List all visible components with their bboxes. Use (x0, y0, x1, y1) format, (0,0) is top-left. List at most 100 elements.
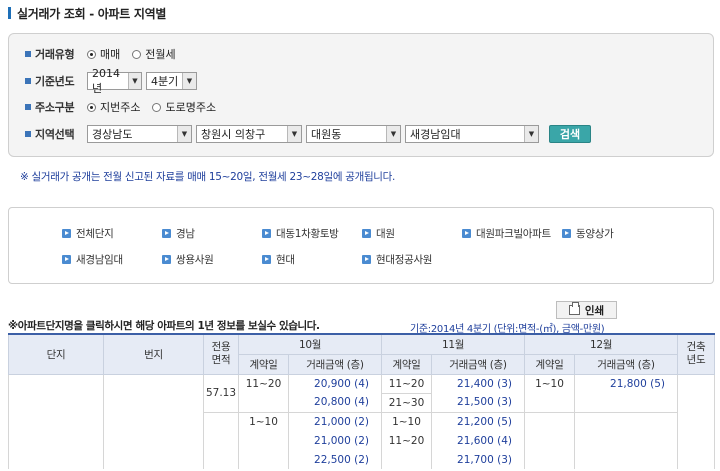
cell-amount (574, 431, 678, 450)
apartment-link[interactable]: 대원파크빌아파트 (462, 226, 551, 241)
bullet-icon (25, 131, 31, 137)
cell-amount: 21,200 (5) (431, 411, 525, 431)
cell-contract-day (524, 393, 575, 412)
cell-contract-day (238, 450, 289, 469)
apartment-link[interactable]: 쌍용사원 (162, 252, 214, 267)
region-label: 지역선택 (25, 126, 87, 142)
header-lot: 번지 (103, 333, 204, 375)
province-select[interactable]: 경상남도 ▼ (87, 125, 192, 143)
radio-rent[interactable]: 전월세 (132, 46, 176, 62)
header-amount: 거래금액 (층) (288, 353, 382, 375)
cell-lot (103, 374, 204, 469)
page-title: 실거래가 조회 - 아파트 지역별 (8, 6, 167, 21)
cell-contract-day: 11~20 (381, 431, 432, 450)
apartment-link[interactable]: 전체단지 (62, 226, 114, 241)
cell-contract-day: 1~10 (381, 411, 432, 431)
header-month-oct: 10월 (238, 333, 382, 355)
cell-amount (574, 411, 678, 431)
header-amount: 거래금액 (층) (574, 353, 678, 375)
cell-built-year (677, 374, 715, 469)
cell-amount (574, 450, 678, 469)
header-contract-day: 계약일 (238, 353, 289, 375)
apartment-link[interactable]: 동양상가 (562, 226, 614, 241)
header-area: 전용 면적 (203, 333, 239, 375)
apartment-link[interactable]: 대원 (362, 226, 395, 241)
cell-contract-day (381, 450, 432, 469)
apartment-link[interactable]: 대동1차황토방 (262, 226, 339, 241)
bullet-icon (25, 51, 31, 57)
printer-icon (568, 302, 580, 315)
bullet-icon (25, 78, 31, 84)
year-select[interactable]: 2014년 ▼ (87, 67, 142, 95)
chevron-down-icon[interactable]: ▼ (287, 126, 301, 142)
apartment-select[interactable]: 새경남임대 ▼ (405, 125, 539, 143)
cell-amount: 21,600 (4) (431, 431, 525, 450)
filter-row-base-year: 기준년도 2014년 ▼ 4분기 ▼ (25, 67, 201, 95)
header-contract-day: 계약일 (381, 353, 432, 375)
deal-type-label: 거래유형 (25, 46, 87, 62)
header-complex: 단지 (8, 333, 104, 375)
cell-area: 57.13 (203, 374, 239, 413)
arrow-bullet-icon (62, 255, 71, 264)
radio-road-address[interactable]: 도로명주소 (152, 99, 216, 115)
header-built-year: 건축 년도 (677, 333, 715, 375)
quarter-select[interactable]: 4분기 ▼ (146, 72, 197, 90)
radio-checked-icon[interactable] (87, 102, 96, 112)
dong-select[interactable]: 대원동 ▼ (306, 125, 401, 143)
apartment-list-panel: 전체단지 경남 대동1차황토방 대원 대원파크빌아파트 동양상가 새경남임대 쌍… (8, 207, 714, 284)
apartment-link[interactable]: 새경남임대 (62, 252, 123, 267)
cell-contract-day: 1~10 (524, 374, 575, 393)
cell-contract-day (238, 431, 289, 450)
radio-unchecked-icon[interactable] (152, 102, 162, 112)
arrow-bullet-icon (162, 229, 171, 238)
header-amount: 거래금액 (층) (431, 353, 525, 375)
cell-contract-day (524, 411, 575, 431)
bullet-icon (25, 104, 31, 110)
chevron-down-icon[interactable]: ▼ (177, 126, 191, 142)
cell-amount: 20,800 (4) (288, 393, 382, 412)
page-title-text: 실거래가 조회 - 아파트 지역별 (17, 6, 167, 21)
header-month-dec: 12월 (524, 333, 678, 355)
cell-amount: 22,500 (2) (288, 450, 382, 469)
cell-contract-day: 21~30 (381, 392, 432, 412)
publication-notice: ※ 실거래가 공개는 전월 신고된 자료를 매매 15~20일, 전월세 23~… (20, 171, 396, 183)
table-row: 57.13 11~20 20,900 (4) 11~20 21,400 (3) … (8, 374, 715, 469)
radio-sale[interactable]: 매매 (87, 46, 120, 62)
apartment-link[interactable]: 현대 (262, 252, 295, 267)
transaction-table: 단지 번지 전용 면적 10월 11월 12월 건축 년도 계약일 거래금액 (… (8, 333, 715, 469)
search-button[interactable]: 검색 (549, 125, 591, 143)
radio-lot-address[interactable]: 지번주소 (87, 99, 140, 115)
radio-unchecked-icon[interactable] (132, 49, 142, 59)
cell-complex (8, 374, 104, 469)
cell-area (203, 411, 239, 469)
cell-amount: 21,500 (3) (431, 393, 525, 412)
click-hint: ※아파트단지명을 클릭하시면 해당 아파트의 1년 정보를 보실수 있습니다. (8, 320, 320, 332)
search-filter-panel: 거래유형 매매 전월세 기준년도 2014년 ▼ 4분기 ▼ 주소구분 지번주소 도… (8, 33, 714, 157)
cell-amount: 20,900 (4) (288, 374, 382, 393)
apartment-link[interactable]: 현대정공사원 (362, 252, 432, 267)
arrow-bullet-icon (362, 229, 371, 238)
chevron-down-icon[interactable]: ▼ (182, 73, 196, 89)
cell-amount: 21,800 (5) (574, 374, 678, 393)
cell-amount: 21,000 (2) (288, 431, 382, 450)
city-select[interactable]: 창원시 의창구 ▼ (196, 125, 302, 143)
print-button[interactable]: 인쇄 (556, 301, 617, 319)
arrow-bullet-icon (162, 255, 171, 264)
filter-row-address-type: 주소구분 지번주소 도로명주소 (25, 98, 228, 116)
base-year-label: 기준년도 (25, 73, 87, 89)
apartment-link[interactable]: 경남 (162, 226, 195, 241)
cell-amount: 21,000 (2) (288, 411, 382, 431)
chevron-down-icon[interactable]: ▼ (127, 73, 141, 89)
chevron-down-icon[interactable]: ▼ (386, 126, 400, 142)
radio-checked-icon[interactable] (87, 49, 96, 59)
cell-contract-day: 11~20 (238, 374, 289, 393)
arrow-bullet-icon (262, 255, 271, 264)
cell-contract-day: 1~10 (238, 411, 289, 431)
title-bar-decoration (8, 7, 11, 19)
chevron-down-icon[interactable]: ▼ (524, 126, 538, 142)
arrow-bullet-icon (562, 229, 571, 238)
cell-amount: 21,400 (3) (431, 374, 525, 393)
arrow-bullet-icon (462, 229, 471, 238)
header-month-nov: 11월 (381, 333, 525, 355)
address-type-label: 주소구분 (25, 99, 87, 115)
